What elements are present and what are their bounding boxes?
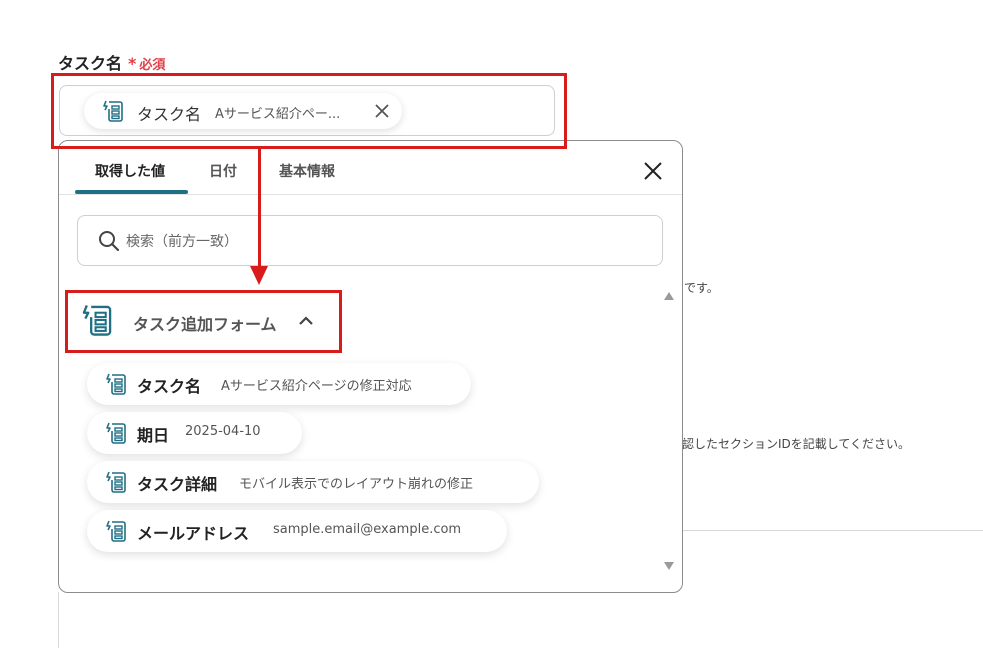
required-star: *: [128, 54, 137, 73]
annotation-arrow-line: [258, 149, 261, 267]
background-help-text: です。: [684, 281, 719, 295]
form-icon: [105, 470, 127, 494]
required-text: 必須: [139, 58, 166, 73]
form-icon: [105, 519, 127, 543]
item-value: sample.email@example.com: [273, 522, 462, 537]
item-name: メールアドレス: [137, 524, 250, 543]
list-item[interactable]: メールアドレス sample.email@example.com: [87, 510, 507, 552]
value-picker-panel: 取得した値 日付 基本情報 タスク追加フォーム タスク名 Aサービス紹介ページの…: [58, 140, 683, 593]
search-icon: [99, 231, 120, 252]
form-icon: [105, 372, 127, 396]
tab-date[interactable]: 日付: [209, 161, 237, 181]
field-label-text: タスク名: [58, 54, 123, 73]
field-label: タスク名 * 必須: [58, 50, 165, 74]
background-divider: [682, 530, 983, 531]
tab-acquired-values[interactable]: 取得した値: [95, 161, 165, 181]
tabs-divider: [59, 194, 682, 195]
background-border: [58, 592, 59, 648]
form-icon: [105, 421, 127, 445]
tab-basic-info[interactable]: 基本情報: [279, 161, 335, 181]
item-name: タスク名: [137, 377, 202, 396]
scroll-down-arrow[interactable]: [664, 562, 674, 570]
list-item[interactable]: 期日 2025-04-10: [87, 412, 302, 454]
close-icon[interactable]: [643, 161, 663, 181]
required-indicator: * 必須: [128, 54, 166, 73]
annotation-box-group: [65, 290, 342, 353]
scroll-up-arrow[interactable]: [664, 292, 674, 300]
item-name: タスク詳細: [137, 475, 218, 494]
search-input[interactable]: [124, 228, 648, 256]
item-value: 2025-04-10: [185, 424, 261, 439]
item-name: 期日: [137, 426, 170, 445]
list-item[interactable]: タスク詳細 モバイル表示でのレイアウト崩れの修正: [87, 461, 539, 503]
search-box: [77, 215, 663, 266]
list-item[interactable]: タスク名 Aサービス紹介ページの修正対応: [87, 363, 471, 405]
item-value: Aサービス紹介ページの修正対応: [221, 379, 412, 394]
item-value: モバイル表示でのレイアウト崩れの修正: [239, 477, 474, 492]
annotation-arrow-head: [250, 266, 268, 285]
annotation-box-field: [51, 73, 567, 149]
background-help-text-2: 認したセクションIDを記載してください。: [682, 437, 911, 451]
